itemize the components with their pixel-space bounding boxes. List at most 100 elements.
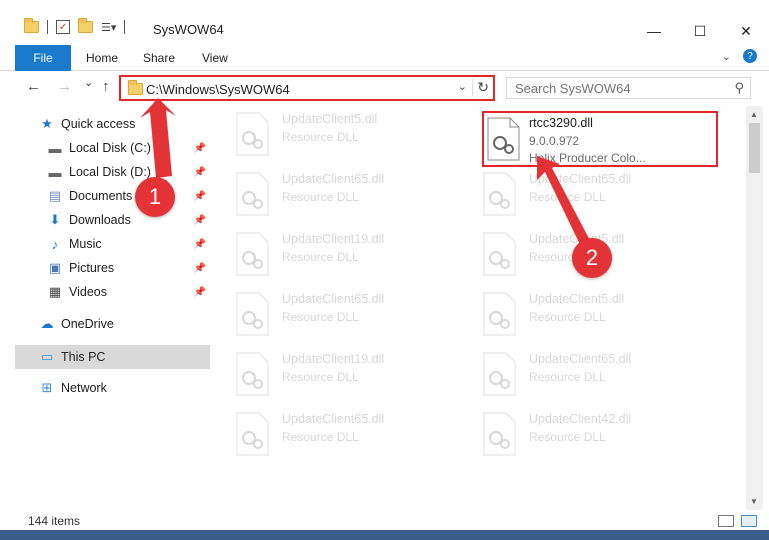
sidebar-item-pictures[interactable]: ▣ Pictures 📌	[47, 256, 210, 280]
dll-file-icon	[483, 232, 516, 276]
file-type: Resource DLL	[282, 250, 359, 264]
ribbon-right: ⌄ ?	[722, 49, 757, 63]
sidebar-item-videos[interactable]: ▦ Videos 📌	[47, 280, 210, 304]
address-path[interactable]: C:\Windows\SysWOW64	[146, 82, 290, 97]
sidebar-item-quick-access[interactable]: ★ Quick access	[39, 112, 210, 136]
file-type: Resource DLL	[529, 370, 606, 384]
file-tile[interactable]: UpdateClient65.dll Resource DLL	[215, 406, 451, 462]
search-box[interactable]: ⚲	[506, 77, 751, 99]
tab-share[interactable]: Share	[143, 45, 175, 71]
search-icon[interactable]: ⚲	[734, 80, 744, 96]
maximize-button[interactable]: ☐	[677, 20, 723, 42]
drive-icon: ▬	[48, 164, 62, 180]
file-description: Helix Producer Colo...	[529, 151, 646, 165]
up-button[interactable]: ↑	[102, 78, 110, 95]
customize-icon[interactable]: ☰▾	[101, 21, 116, 34]
file-tile[interactable]: UpdateClient5.dll Resource DLL	[462, 286, 698, 342]
close-button[interactable]: ✕	[723, 20, 769, 42]
status-bar: 144 items	[0, 510, 769, 530]
sidebar-item-label: Local Disk (C:)	[69, 141, 151, 155]
dll-file-icon	[483, 292, 516, 336]
sidebar-item-label: Pictures	[69, 261, 115, 275]
sidebar-item-label: Videos	[69, 285, 107, 299]
sidebar-item-network[interactable]: ⊞ Network	[39, 376, 210, 400]
file-name: UpdateClient5.dll	[529, 292, 625, 306]
tab-file[interactable]: File	[15, 45, 71, 71]
sidebar-item-label: Quick access	[61, 117, 136, 131]
sidebar-item-label: This PC	[61, 350, 106, 364]
minimize-button[interactable]: —	[631, 20, 677, 42]
sidebar-item-onedrive[interactable]: ☁ OneDrive	[39, 312, 210, 336]
chevron-down-icon[interactable]: ⌄	[722, 50, 731, 63]
address-bar[interactable]: C:\Windows\SysWOW64 ⌄ ↻	[119, 75, 495, 101]
vertical-scrollbar[interactable]: ▲ ▼	[746, 106, 763, 510]
dll-file-icon	[487, 117, 520, 161]
dll-file-icon	[483, 412, 516, 456]
scroll-down-icon[interactable]: ▼	[750, 497, 758, 506]
tab-home[interactable]: Home	[86, 45, 118, 71]
file-name: UpdateClient5.dll	[282, 112, 378, 126]
scroll-thumb[interactable]	[749, 123, 760, 173]
window-controls: — ☐ ✕	[631, 20, 769, 42]
file-version: 9.0.0.972	[529, 134, 580, 148]
scroll-up-icon[interactable]: ▲	[750, 110, 758, 119]
help-icon[interactable]: ?	[743, 49, 757, 63]
pin-icon: 📌	[193, 214, 206, 226]
pin-icon: 📌	[193, 262, 206, 274]
sidebar-item-label: Network	[61, 381, 107, 395]
sidebar-item-downloads[interactable]: ⬇ Downloads 📌	[47, 208, 210, 232]
sidebar-item-documents[interactable]: ▤ Documents 📌	[47, 184, 210, 208]
quick-access-toolbar: ✓ ☰▾	[24, 18, 126, 34]
forward-button[interactable]: →	[57, 78, 72, 95]
dll-file-icon	[483, 352, 516, 396]
recent-locations-button[interactable]: ⌄	[84, 76, 93, 89]
navigation-pane: ★ Quick access ▬ Local Disk (C:) 📌 ▬ Loc…	[15, 110, 210, 508]
file-tile[interactable]: UpdateClient65.dll Resource DLL	[215, 166, 451, 222]
file-tile[interactable]: UpdateClient65.dll Resource DLL	[462, 346, 698, 402]
new-folder-icon[interactable]	[78, 18, 93, 33]
properties-icon[interactable]: ✓	[56, 20, 70, 34]
sidebar-item-label: Downloads	[69, 213, 131, 227]
sidebar-item-label: Documents	[69, 189, 133, 203]
file-name: UpdateClient19.dll	[282, 352, 385, 366]
file-type: Resource DLL	[282, 370, 359, 384]
sidebar-item-this-pc[interactable]: ▭ This PC	[15, 345, 210, 369]
videos-icon: ▦	[48, 284, 62, 299]
dll-file-icon	[236, 172, 269, 216]
dll-file-icon	[236, 292, 269, 336]
pin-icon: 📌	[193, 238, 206, 250]
tiles-view-icon[interactable]	[741, 515, 757, 527]
search-input[interactable]	[507, 78, 717, 98]
file-tile[interactable]: UpdateClient42.dll Resource DLL	[462, 406, 698, 462]
file-tile-highlighted[interactable]: rtcc3290.dll 9.0.0.972 Helix Producer Co…	[482, 111, 718, 167]
file-tile[interactable]: UpdateClient65.dll Resource DLL	[462, 166, 698, 222]
file-tile[interactable]: UpdateClient65.dll Resource DLL	[215, 286, 451, 342]
refresh-button[interactable]: ↻	[472, 79, 489, 96]
downloads-icon: ⬇	[49, 212, 61, 227]
sidebar-item-local-disk-d[interactable]: ▬ Local Disk (D:) 📌	[47, 160, 210, 184]
back-button[interactable]: ←	[26, 78, 41, 95]
address-dropdown-icon[interactable]: ⌄	[458, 80, 467, 93]
file-tile[interactable]: UpdateClient19.dll Resource DLL	[215, 226, 451, 282]
drive-icon: ▬	[48, 140, 62, 156]
file-type: Resource DLL	[529, 430, 606, 444]
pin-icon: 📌	[193, 286, 206, 298]
file-type: Resource DLL	[529, 190, 606, 204]
window-title: SysWOW64	[153, 22, 224, 37]
desktop-strip	[0, 530, 769, 540]
details-view-icon[interactable]	[718, 515, 734, 527]
file-name: UpdateClient65.dll	[282, 292, 385, 306]
file-name: UpdateClient65.dll	[282, 412, 385, 426]
pin-icon: 📌	[193, 142, 206, 154]
file-tile[interactable]: UpdateClient5.dll Resource DLL	[215, 106, 451, 162]
ribbon-tabs: File Home Share View ⌄ ?	[0, 45, 769, 71]
sidebar-item-music[interactable]: ♪ Music 📌	[47, 232, 210, 256]
dll-file-icon	[236, 232, 269, 276]
dll-file-icon	[236, 112, 269, 156]
file-type: Resource DLL	[282, 130, 359, 144]
file-tile[interactable]: UpdateClient19.dll Resource DLL	[215, 346, 451, 402]
file-name: UpdateClient65.dll	[529, 172, 632, 186]
sidebar-item-local-disk-c[interactable]: ▬ Local Disk (C:) 📌	[47, 136, 210, 160]
tab-view[interactable]: View	[202, 45, 228, 71]
file-name: UpdateClient42.dll	[529, 412, 632, 426]
